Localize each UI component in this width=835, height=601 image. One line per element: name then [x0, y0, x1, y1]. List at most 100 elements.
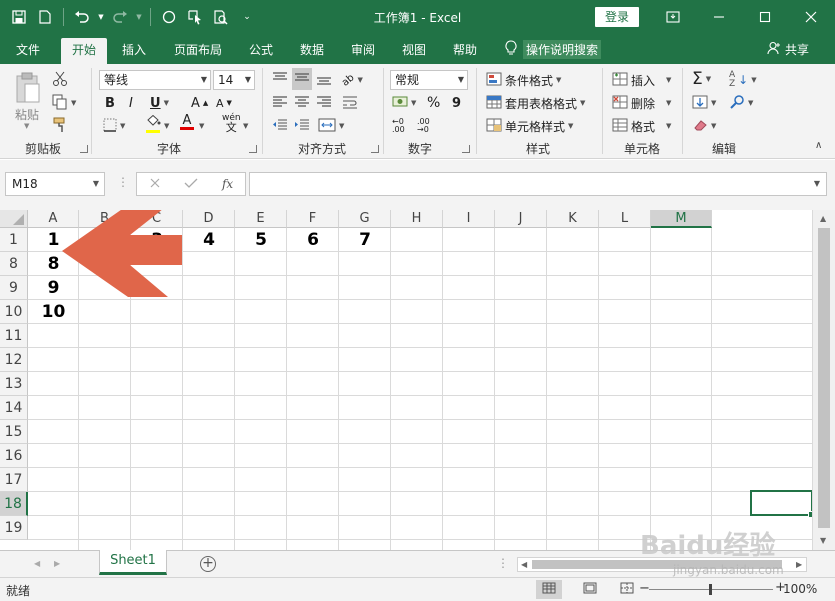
row-header-16[interactable]: 16	[0, 444, 28, 468]
tab-view[interactable]: 视图	[392, 38, 436, 64]
save-icon[interactable]	[8, 6, 30, 28]
align-bottom-button[interactable]	[316, 70, 332, 90]
align-right-button[interactable]	[316, 93, 332, 113]
merge-dropdown-icon[interactable]: ▼	[339, 122, 344, 130]
format-painter-button[interactable]	[52, 116, 68, 136]
fill-color-button[interactable]	[145, 114, 161, 135]
column-header-k[interactable]: K	[547, 210, 599, 228]
normal-view-button[interactable]	[536, 580, 562, 599]
clear-button[interactable]: ▼	[692, 116, 716, 136]
tab-formulas[interactable]: 公式	[239, 38, 283, 64]
row-header-10[interactable]: 10	[0, 300, 28, 324]
worksheet-grid[interactable]: ABCDEFGHIJKLM 18910111213141516171819 12…	[0, 210, 835, 550]
login-button[interactable]: 登录	[595, 7, 639, 27]
horizontal-scroll-thumb[interactable]	[532, 560, 782, 569]
row-header-11[interactable]: 11	[0, 324, 28, 348]
tab-home[interactable]: 开始	[61, 38, 107, 64]
redo-dropdown-icon[interactable]: ▼	[135, 6, 143, 28]
find-select-button[interactable]: ▼	[729, 93, 753, 113]
add-sheet-icon[interactable]: +	[200, 556, 216, 572]
tab-help[interactable]: 帮助	[443, 38, 487, 64]
redo-icon[interactable]	[109, 6, 131, 28]
minimize-icon[interactable]	[696, 0, 742, 34]
scroll-down-icon[interactable]: ▼	[820, 536, 826, 545]
row-header-13[interactable]: 13	[0, 372, 28, 396]
horizontal-scrollbar[interactable]: ◀ ▶	[517, 557, 807, 572]
row-header-14[interactable]: 14	[0, 396, 28, 420]
format-cells-button[interactable]: 格式 ▼	[612, 116, 671, 136]
prev-sheet-icon[interactable]: ◀	[34, 559, 40, 568]
shrink-font-button[interactable]: A ▼	[216, 93, 232, 113]
tab-page-layout[interactable]: 页面布局	[166, 38, 230, 64]
phonetic-guide-button[interactable]: wén 文	[222, 114, 241, 134]
scroll-up-icon[interactable]: ▲	[820, 214, 826, 223]
column-header-f[interactable]: F	[287, 210, 339, 228]
confirm-entry-icon[interactable]	[184, 177, 198, 192]
autosum-button[interactable]: Σ ▼	[692, 69, 711, 89]
scroll-left-icon[interactable]: ◀	[521, 560, 527, 569]
accounting-format-button[interactable]: ▼	[392, 93, 416, 113]
fill-button[interactable]: ▼	[692, 93, 716, 113]
number-format-select[interactable]: 常规 ▼	[390, 70, 468, 90]
sort-filter-button[interactable]: A Z ↓ ▼	[729, 70, 757, 90]
paste-dropdown-icon[interactable]: ▼	[24, 122, 29, 130]
underline-button[interactable]: U ▼	[150, 93, 169, 113]
orientation-button[interactable]: ab ▼	[340, 70, 363, 90]
column-header-d[interactable]: D	[183, 210, 235, 228]
fill-color-dropdown-icon[interactable]: ▼	[164, 116, 169, 136]
phonetic-dropdown-icon[interactable]: ▼	[243, 116, 248, 136]
align-center-button[interactable]	[294, 93, 310, 113]
row-header-18[interactable]: 18	[0, 492, 28, 516]
cell-a10[interactable]: 10	[28, 300, 79, 324]
name-box[interactable]: M18 ▼	[5, 172, 105, 196]
row-header-17[interactable]: 17	[0, 468, 28, 492]
borders-button[interactable]: ▼	[103, 116, 125, 136]
maximize-icon[interactable]	[742, 0, 788, 34]
vertical-scroll-thumb[interactable]	[818, 228, 830, 528]
row-header-9[interactable]: 9	[0, 276, 28, 300]
column-header-e[interactable]: E	[235, 210, 287, 228]
undo-dropdown-icon[interactable]: ▼	[97, 6, 105, 28]
increase-decimal-button[interactable]: ←0.00	[392, 116, 405, 136]
align-left-button[interactable]	[272, 93, 288, 113]
tab-data[interactable]: 数据	[290, 38, 334, 64]
row-header-19[interactable]: 19	[0, 516, 28, 540]
row-header-8[interactable]: 8	[0, 252, 28, 276]
tell-me-search[interactable]: 操作说明搜索	[505, 39, 602, 59]
orientation-dropdown-icon[interactable]: ▼	[357, 76, 362, 84]
column-header-i[interactable]: I	[443, 210, 495, 228]
zoom-slider[interactable]	[649, 584, 773, 595]
comma-style-button[interactable]: 9	[452, 93, 461, 113]
select-all-corner[interactable]	[0, 210, 28, 228]
page-layout-view-button[interactable]	[577, 580, 603, 599]
accounting-dropdown-icon[interactable]: ▼	[411, 99, 416, 107]
column-header-m[interactable]: M	[651, 210, 712, 228]
copy-dropdown-icon[interactable]: ▼	[71, 99, 76, 107]
row-header-1[interactable]: 1	[0, 228, 28, 252]
alignment-launcher-icon[interactable]	[371, 145, 379, 153]
conditional-formatting-button[interactable]: 条件格式 ▼	[486, 70, 561, 90]
cell-d1[interactable]: 4	[183, 228, 235, 252]
borders-dropdown-icon[interactable]: ▼	[120, 122, 125, 130]
insert-cells-button[interactable]: 插入 ▼	[612, 70, 671, 90]
cell-g1[interactable]: 7	[339, 228, 391, 252]
font-name-select[interactable]: 等线 ▼	[99, 70, 211, 90]
vertical-scrollbar[interactable]: ▲ ▼	[812, 210, 835, 550]
clipboard-launcher-icon[interactable]	[80, 145, 88, 153]
decrease-decimal-button[interactable]: .00 →0	[417, 116, 430, 136]
customize-qat-icon[interactable]: ⌄	[236, 6, 258, 28]
wrap-text-button[interactable]	[342, 93, 358, 113]
zoom-slider-thumb[interactable]	[709, 584, 712, 595]
tab-file[interactable]: 文件	[6, 38, 50, 64]
shape-circle-icon[interactable]	[158, 6, 180, 28]
page-break-view-button[interactable]	[614, 580, 640, 599]
align-top-button[interactable]	[272, 70, 288, 90]
cancel-entry-icon[interactable]	[149, 177, 161, 192]
cell-f1[interactable]: 6	[287, 228, 339, 252]
underline-dropdown-icon[interactable]: ▼	[164, 99, 169, 107]
insert-function-icon[interactable]: fx	[222, 177, 233, 191]
close-icon[interactable]	[788, 0, 834, 34]
next-sheet-icon[interactable]: ▶	[54, 559, 60, 568]
column-header-g[interactable]: G	[339, 210, 391, 228]
italic-button[interactable]: I	[129, 93, 133, 113]
